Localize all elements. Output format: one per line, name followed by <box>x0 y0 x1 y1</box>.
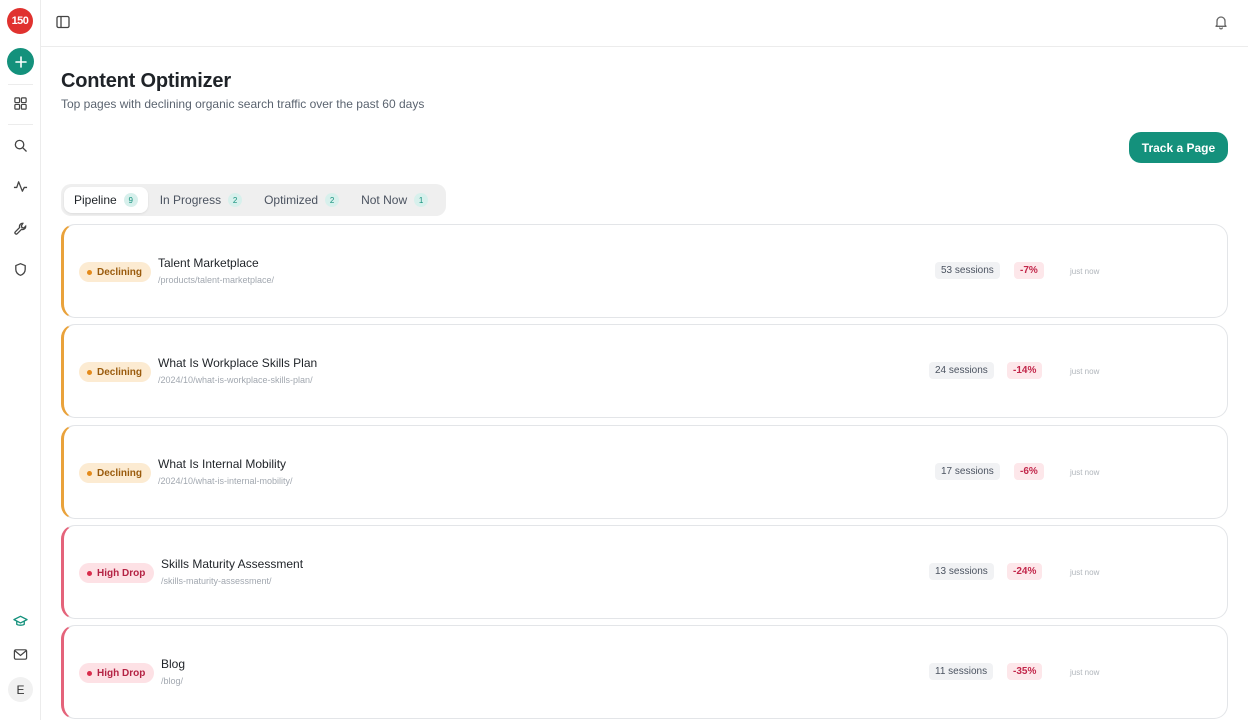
tab-count-badge: 1 <box>414 193 429 207</box>
sidebar-divider <box>8 124 33 125</box>
tab-in-progress[interactable]: In Progress 2 <box>150 187 252 213</box>
tab-count-badge: 2 <box>228 193 243 207</box>
avatar[interactable]: E <box>8 677 33 702</box>
toggle-sidebar-button[interactable] <box>55 14 71 30</box>
updated-time: just now <box>1070 668 1100 677</box>
top-bar <box>41 0 1248 47</box>
sessions-count: 11 sessions <box>929 663 994 680</box>
page-card[interactable]: High Drop Skills Maturity Assessment /sk… <box>61 525 1228 619</box>
notifications-button[interactable] <box>1213 14 1229 30</box>
page-name: What Is Workplace Skills Plan <box>158 356 318 370</box>
sidebar-item-search[interactable] <box>10 135 30 155</box>
add-button[interactable] <box>7 48 34 75</box>
updated-time: just now <box>1070 468 1100 477</box>
sessions-count: 24 sessions <box>929 362 994 379</box>
sidebar-item-mail[interactable] <box>10 644 30 664</box>
page-path: /products/talent-marketplace/ <box>158 275 275 285</box>
tab-count-badge: 9 <box>123 193 138 207</box>
graduation-cap-icon <box>12 615 28 626</box>
track-page-button[interactable]: Track a Page <box>1129 132 1228 163</box>
activity-icon <box>13 180 27 192</box>
traffic-change: -24% <box>1007 563 1043 580</box>
plus-icon <box>14 55 27 68</box>
sidebar-item-dashboard[interactable] <box>10 93 30 113</box>
sidebar-item-security[interactable] <box>10 259 30 279</box>
page-card[interactable]: Declining Talent Marketplace /products/t… <box>61 224 1228 318</box>
traffic-change: -14% <box>1007 362 1043 379</box>
app-logo[interactable]: 150 <box>7 8 33 34</box>
tab-count-badge: 2 <box>325 193 340 207</box>
page-title: Content Optimizer <box>61 70 231 92</box>
tab-label: Optimized <box>264 193 319 207</box>
page-name: Talent Marketplace <box>158 256 259 270</box>
status-tabs: Pipeline 9 In Progress 2 Optimized 2 Not… <box>61 184 446 216</box>
sidebar: 150 E <box>0 0 41 720</box>
status-badge: High Drop <box>79 563 155 583</box>
sidebar-item-activity[interactable] <box>10 176 30 196</box>
page-path: /blog/ <box>161 676 184 686</box>
status-badge: Declining <box>79 362 152 382</box>
page-card[interactable]: Declining What Is Internal Mobility /202… <box>61 425 1228 519</box>
shield-icon <box>14 262 26 276</box>
sessions-count: 53 sessions <box>935 262 1000 279</box>
tab-label: Pipeline <box>74 193 117 207</box>
tab-pipeline[interactable]: Pipeline 9 <box>64 187 148 213</box>
sidebar-item-tools[interactable] <box>10 218 30 238</box>
sessions-count: 13 sessions <box>929 563 994 580</box>
tab-not-now[interactable]: Not Now 1 <box>351 187 438 213</box>
traffic-change: -6% <box>1014 463 1044 480</box>
page-subtitle: Top pages with declining organic search … <box>61 97 425 111</box>
tab-label: In Progress <box>159 193 222 207</box>
dashboard-icon <box>13 96 27 110</box>
wrench-icon <box>13 222 26 235</box>
status-badge: High Drop <box>79 663 155 683</box>
updated-time: just now <box>1070 568 1100 577</box>
page-card[interactable]: High Drop Blog /blog/ 11 sessions -35% j… <box>61 625 1228 719</box>
status-badge: Declining <box>79 262 152 282</box>
page-path: /skills-maturity-assessment/ <box>161 576 272 586</box>
updated-time: just now <box>1070 367 1100 376</box>
page-name: Blog <box>161 657 186 671</box>
sessions-count: 17 sessions <box>935 463 1000 480</box>
traffic-change: -35% <box>1007 663 1043 680</box>
page-path: /2024/10/what-is-workplace-skills-plan/ <box>158 375 313 385</box>
search-icon <box>14 139 27 152</box>
page-path: /2024/10/what-is-internal-mobility/ <box>158 476 293 486</box>
updated-time: just now <box>1070 267 1100 276</box>
sidebar-divider <box>8 84 33 85</box>
sidebar-item-learn[interactable] <box>10 611 30 631</box>
page-name: What Is Internal Mobility <box>158 457 287 471</box>
bell-icon <box>1215 16 1227 30</box>
sidebar-panel-icon <box>56 15 70 29</box>
page-card[interactable]: Declining What Is Workplace Skills Plan … <box>61 324 1228 418</box>
page-name: Skills Maturity Assessment <box>161 557 304 571</box>
tab-optimized[interactable]: Optimized 2 <box>254 187 349 213</box>
tab-label: Not Now <box>361 193 408 207</box>
status-badge: Declining <box>79 463 152 483</box>
traffic-change: -7% <box>1014 262 1044 279</box>
mail-icon <box>13 648 27 660</box>
